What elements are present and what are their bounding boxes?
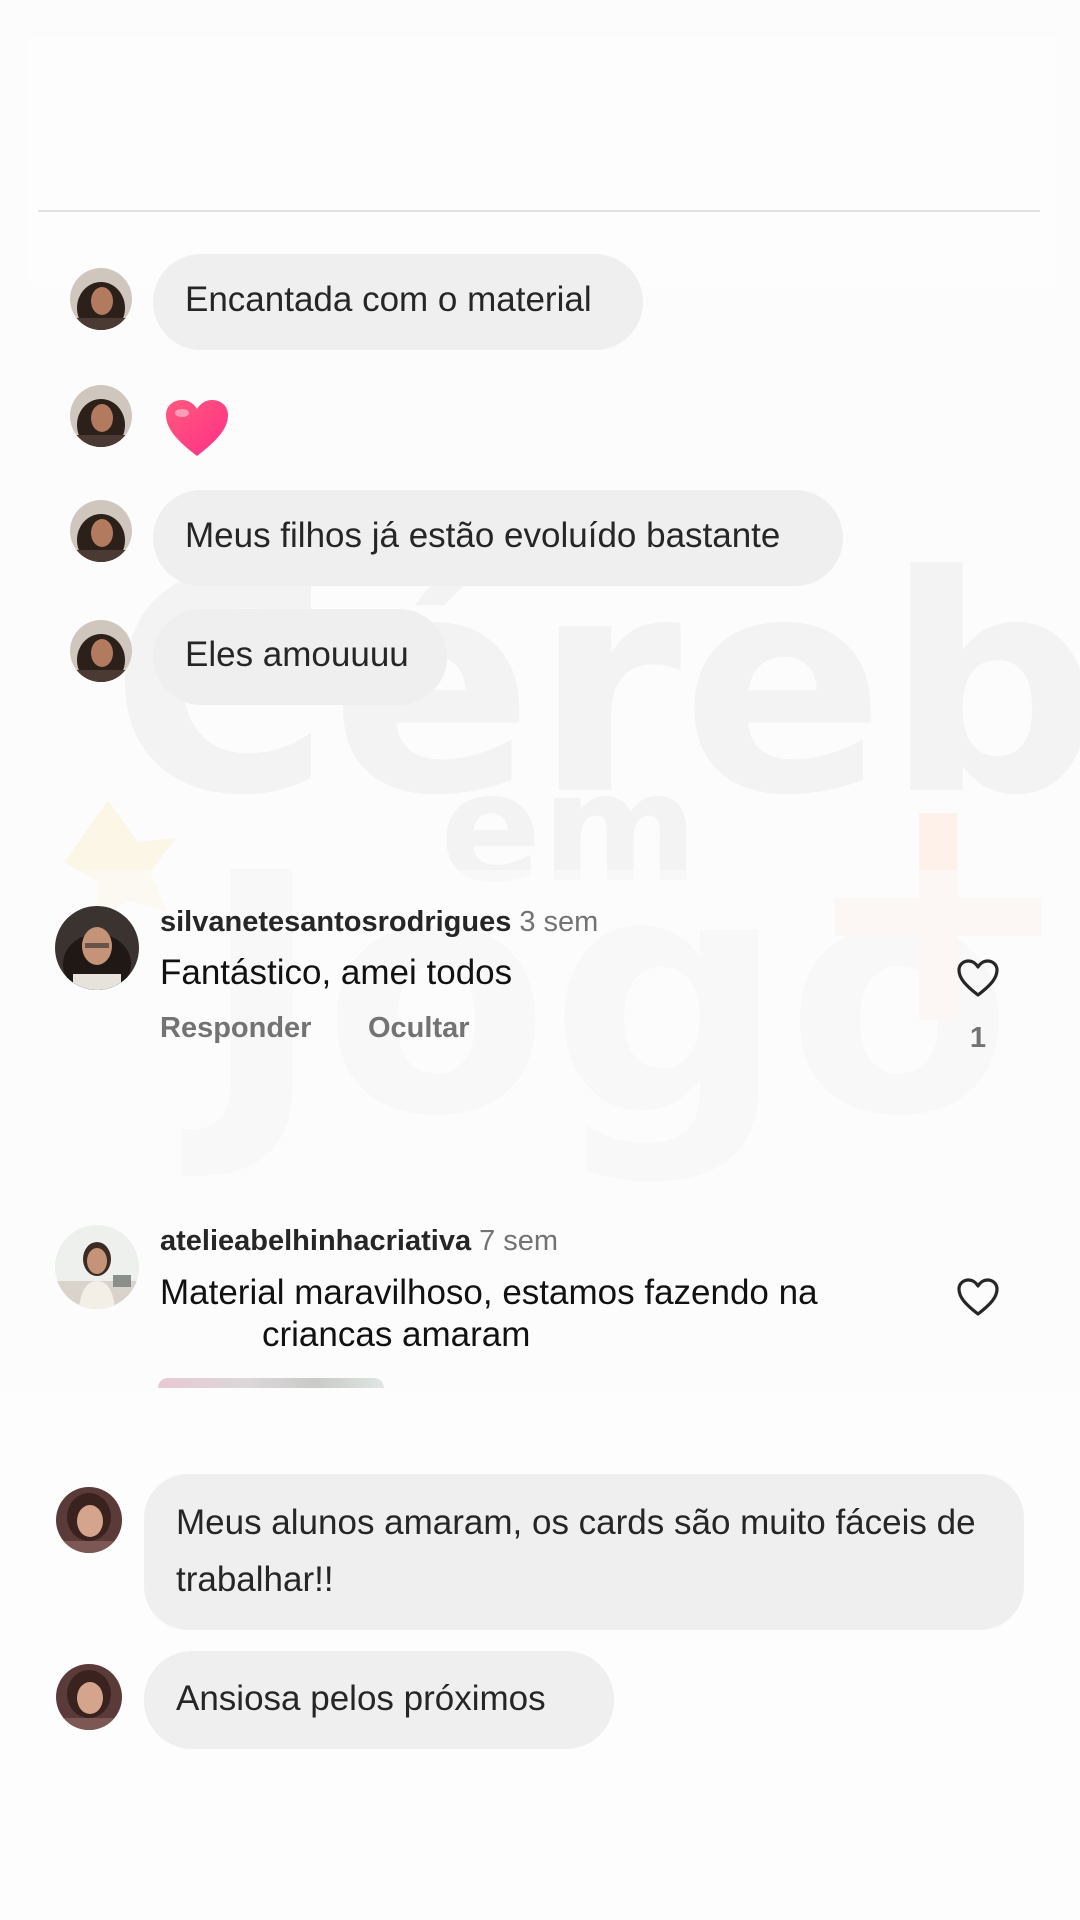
message-text: Encantada com o material [185, 280, 592, 319]
message-bubble[interactable]: Meus filhos já estão evoluído bastante [153, 490, 843, 586]
avatar[interactable] [56, 1664, 122, 1730]
comment-username[interactable]: silvanetesantosrodrigues 3 sem [160, 906, 598, 939]
avatar[interactable] [70, 500, 132, 562]
heart-emoji-icon[interactable] [164, 398, 230, 463]
message-bubble[interactable]: Encantada com o material [153, 254, 643, 350]
comment-username[interactable]: atelieabelhinhacriativa 7 sem [160, 1225, 558, 1258]
avatar[interactable] [70, 620, 132, 682]
comment-text-continued: criancas amaram [262, 1315, 531, 1354]
hide-button[interactable]: Ocultar [368, 1012, 470, 1045]
top-blank-panel [26, 36, 1056, 286]
comment-text: Material maravilhoso, estamos fazendo na [160, 1273, 818, 1312]
comment-media-thumbnail[interactable] [158, 1378, 384, 1388]
message-text: Eles amouuuu [185, 635, 409, 674]
message-bubble[interactable]: Ansiosa pelos próximos [144, 1651, 614, 1749]
divider [38, 210, 1040, 212]
like-heart-icon[interactable] [956, 1277, 1000, 1322]
comment-time: 7 sem [479, 1225, 559, 1257]
username-text[interactable]: silvanetesantosrodrigues [160, 906, 511, 938]
avatar[interactable] [56, 1487, 122, 1553]
username-text[interactable]: atelieabelhinhacriativa [160, 1225, 471, 1257]
like-count: 1 [969, 1022, 987, 1054]
avatar[interactable] [55, 1225, 139, 1309]
avatar[interactable] [70, 385, 132, 447]
message-text: Ansiosa pelos próximos [176, 1679, 546, 1718]
like-heart-icon[interactable] [956, 958, 1000, 1003]
reply-button[interactable]: Responder [160, 1012, 311, 1045]
comment-text: Fantástico, amei todos [160, 953, 513, 992]
message-text: Meus alunos amaram, os cards são muito f… [176, 1503, 976, 1599]
avatar[interactable] [70, 268, 132, 330]
comment-time: 3 sem [519, 906, 599, 938]
message-text: Meus filhos já estão evoluído bastante [185, 516, 781, 555]
message-bubble[interactable]: Meus alunos amaram, os cards são muito f… [144, 1474, 1024, 1630]
avatar[interactable] [55, 906, 139, 990]
message-bubble[interactable]: Eles amouuuu [153, 609, 447, 705]
